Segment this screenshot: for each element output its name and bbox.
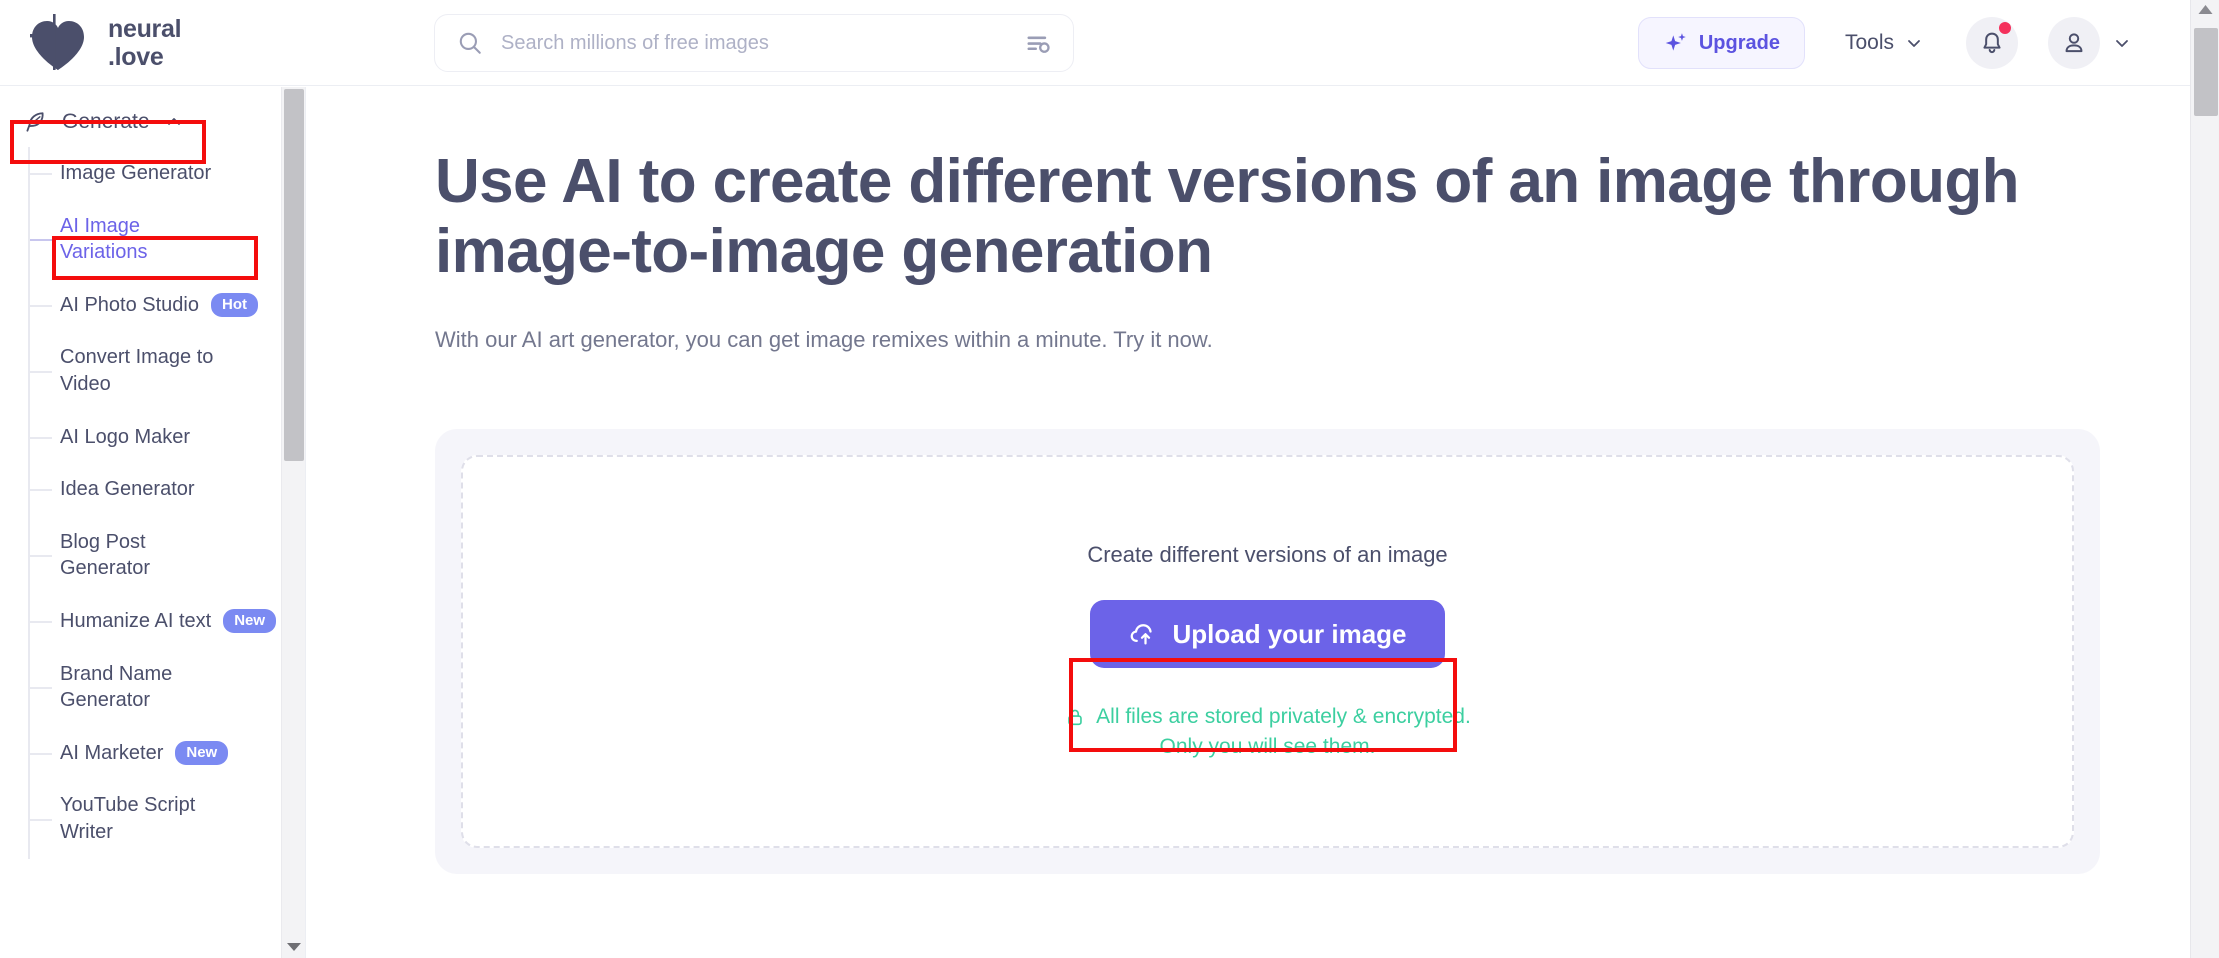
status-badge-hot: Hot <box>210 293 258 318</box>
status-badge-new: New <box>175 741 229 766</box>
page-subtitle: With our AI art generator, you can get i… <box>435 327 1213 353</box>
sidebar-item-idea-generator[interactable]: Idea Generator <box>0 463 305 516</box>
account-chevron-down-icon[interactable] <box>2112 33 2132 53</box>
chevron-down-icon <box>287 943 301 951</box>
filter-settings-icon[interactable] <box>1023 28 1053 58</box>
heart-pixel-logo-icon <box>30 13 84 70</box>
privacy-notice-line-2: Only you will see them. <box>1159 734 1376 758</box>
sidebar-item-brand-name-generator[interactable]: Brand Name Generator <box>0 648 305 727</box>
sidebar-item-convert-image-to-video[interactable]: Convert Image to Video <box>0 331 305 410</box>
sidebar-scroll-down-arrow[interactable] <box>282 942 305 952</box>
brand-line-2: .love <box>108 42 164 71</box>
chevron-down-icon <box>1908 40 1920 47</box>
top-header: neural .love Upgra <box>0 0 2190 86</box>
notification-badge-dot <box>1999 22 2011 34</box>
tools-label: Tools <box>1844 31 1894 54</box>
sidebar-item-label: AI Photo Studio <box>60 293 199 316</box>
privacy-notice: All files are stored privately & encrypt… <box>1064 702 1471 761</box>
brand-wordmark: neural .love <box>108 14 182 71</box>
chevron-up-icon <box>2198 5 2213 14</box>
dropzone-title: Create different versions of an image <box>1087 542 1448 568</box>
sidebar-item-ai-image-variations[interactable]: AI Image Variations <box>0 200 305 279</box>
upload-card: Create different versions of an image Up… <box>435 429 2100 875</box>
window-scrollbar[interactable] <box>2190 0 2219 958</box>
sidebar-item-humanize-ai-text[interactable]: Humanize AI text New <box>0 595 305 648</box>
cloud-upload-icon <box>1131 624 1153 645</box>
app-window: neural .love Upgra <box>0 0 2219 958</box>
brand-logo[interactable]: neural .love <box>22 12 182 74</box>
sidebar-item-label: Brand Name Generator <box>60 662 173 712</box>
upgrade-button[interactable]: Upgrade <box>1637 17 1805 69</box>
upload-dropzone[interactable]: Create different versions of an image Up… <box>461 455 2074 849</box>
lock-icon <box>1068 709 1082 726</box>
sidebar-nav-list: Image Generator AI Image Variations AI P… <box>0 147 305 859</box>
sidebar-item-ai-marketer[interactable]: AI Marketer New <box>0 727 305 780</box>
sidebar-item-youtube-script-writer[interactable]: YouTube Script Writer <box>0 779 305 858</box>
notifications-button[interactable] <box>1966 17 2018 69</box>
sidebar-scrollbar[interactable] <box>281 87 305 958</box>
sidebar-item-label: Humanize AI text <box>60 609 212 632</box>
sidebar-item-label: AI Marketer <box>60 741 164 764</box>
window-scroll-up-arrow[interactable] <box>2191 4 2219 15</box>
search-bar[interactable] <box>434 14 1074 72</box>
privacy-notice-line-1-row: All files are stored privately & encrypt… <box>1064 702 1471 731</box>
sparkle-icon <box>1665 33 1686 51</box>
main-content: Use AI to create different versions of a… <box>307 87 2190 958</box>
search-input[interactable] <box>501 31 1013 55</box>
sidebar-item-label: AI Image Variations <box>60 214 148 264</box>
sidebar-item-ai-logo-maker[interactable]: AI Logo Maker <box>0 411 305 464</box>
sidebar-section-label: Generate <box>62 110 150 133</box>
feather-pen-icon <box>26 112 44 132</box>
sidebar-item-ai-photo-studio[interactable]: AI Photo Studio Hot <box>0 279 305 332</box>
tools-dropdown[interactable]: Tools <box>1839 23 1930 63</box>
left-sidebar: Generate Image Generator AI Image Variat… <box>0 87 306 958</box>
sidebar-item-label: AI Logo Maker <box>60 425 191 448</box>
brand-line-1: neural <box>108 14 182 43</box>
privacy-notice-line-1: All files are stored privately & encrypt… <box>1096 705 1471 729</box>
sidebar-item-label: Image Generator <box>60 162 212 184</box>
sidebar-item-image-generator[interactable]: Image Generator <box>0 147 305 200</box>
user-icon <box>2065 33 2083 53</box>
window-scrollbar-thumb[interactable] <box>2194 28 2218 116</box>
sidebar-item-blog-post-generator[interactable]: Blog Post Generator <box>0 516 305 595</box>
chevron-up-icon <box>167 118 180 125</box>
upgrade-button-label: Upgrade <box>1698 31 1780 54</box>
sidebar-section-generate[interactable]: Generate <box>22 105 200 139</box>
status-badge-new: New <box>223 609 277 634</box>
sidebar-content: Generate Image Generator AI Image Variat… <box>0 87 305 859</box>
sidebar-item-label: Convert Image to Video <box>60 346 214 395</box>
account-avatar[interactable] <box>2048 17 2100 69</box>
sidebar-scrollbar-thumb[interactable] <box>284 89 304 461</box>
page-title: Use AI to create different versions of a… <box>435 147 2020 287</box>
sidebar-item-label: Idea Generator <box>60 478 195 501</box>
sidebar-item-label: YouTube Script Writer <box>60 794 196 843</box>
sidebar-item-label: Blog Post Generator <box>60 530 151 580</box>
upload-your-image-button[interactable]: Upload your image <box>1090 600 1445 669</box>
upload-button-label: Upload your image <box>1172 618 1407 649</box>
header-actions: Upgrade Tools <box>1637 0 2132 86</box>
search-icon <box>459 32 481 54</box>
